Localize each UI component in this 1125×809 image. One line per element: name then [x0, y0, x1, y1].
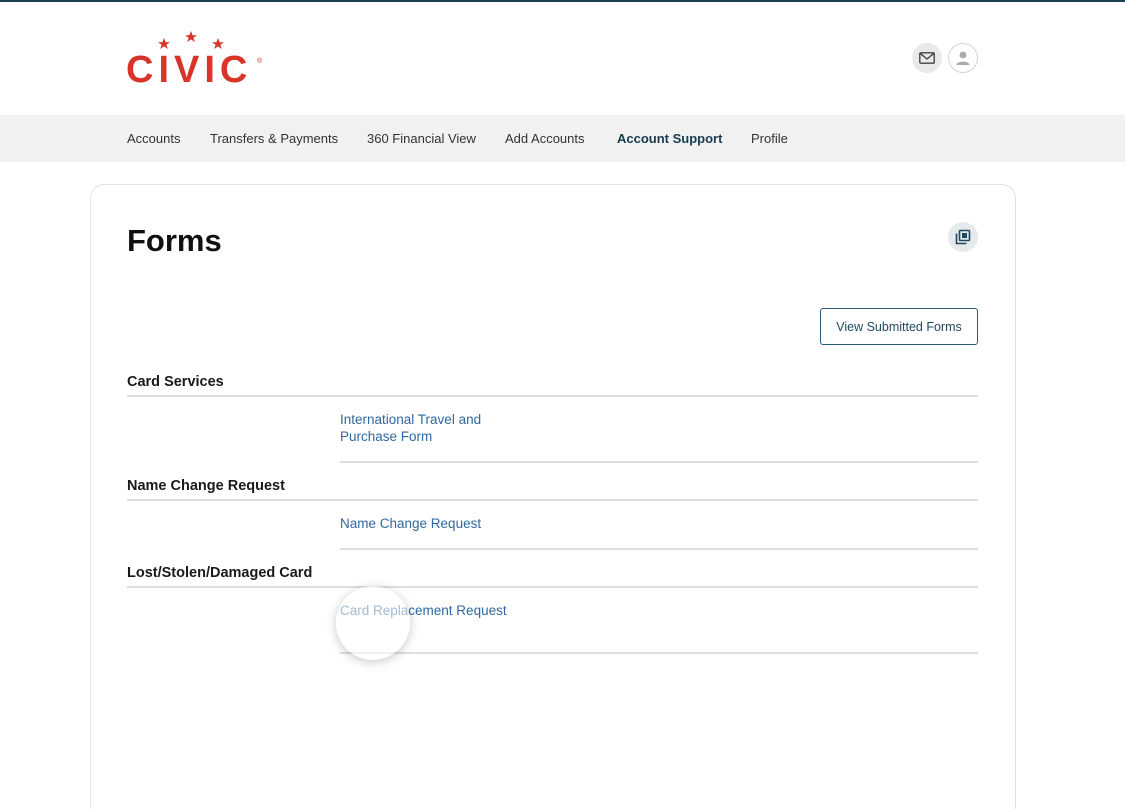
logo-registered-mark: ®	[257, 58, 263, 65]
row-divider	[340, 461, 978, 463]
nav-item-account-support[interactable]: Account Support	[617, 131, 722, 146]
form-link-card-replacement-request[interactable]: Card Replacement Request	[340, 602, 510, 619]
logo-wordmark: CIVIC	[126, 49, 253, 91]
section-title-name-change: Name Change Request	[127, 478, 285, 494]
page-title: Forms	[127, 223, 222, 258]
mail-button[interactable]	[912, 43, 942, 73]
form-link-name-change-request[interactable]: Name Change Request	[340, 515, 510, 532]
nav-item-transfers-payments[interactable]: Transfers & Payments	[210, 131, 338, 146]
section-divider	[127, 499, 978, 501]
section-title-card-services: Card Services	[127, 374, 224, 390]
form-link-international-travel[interactable]: International Travel and Purchase Form	[340, 411, 510, 445]
nav-item-add-accounts[interactable]: Add Accounts	[505, 131, 585, 146]
nav-item-profile[interactable]: Profile	[751, 131, 788, 146]
row-divider	[340, 652, 978, 654]
user-icon	[956, 51, 970, 65]
nav-item-accounts[interactable]: Accounts	[127, 131, 180, 146]
view-submitted-forms-button[interactable]: View Submitted Forms	[820, 308, 978, 345]
row-divider	[340, 548, 978, 550]
profile-button[interactable]	[948, 43, 978, 73]
section-divider	[127, 586, 978, 588]
copy-icon	[955, 229, 971, 245]
mail-icon	[919, 52, 935, 64]
forms-card	[90, 184, 1016, 809]
main-nav: Accounts Transfers & Payments 360 Financ…	[0, 115, 1125, 162]
copy-button[interactable]	[948, 222, 978, 252]
section-title-lost-stolen-damaged: Lost/Stolen/Damaged Card	[127, 565, 313, 581]
nav-item-360-financial-view[interactable]: 360 Financial View	[367, 131, 476, 146]
header: CIVIC ®	[0, 2, 1125, 115]
civic-logo[interactable]: CIVIC ®	[126, 30, 266, 92]
section-divider	[127, 395, 978, 397]
